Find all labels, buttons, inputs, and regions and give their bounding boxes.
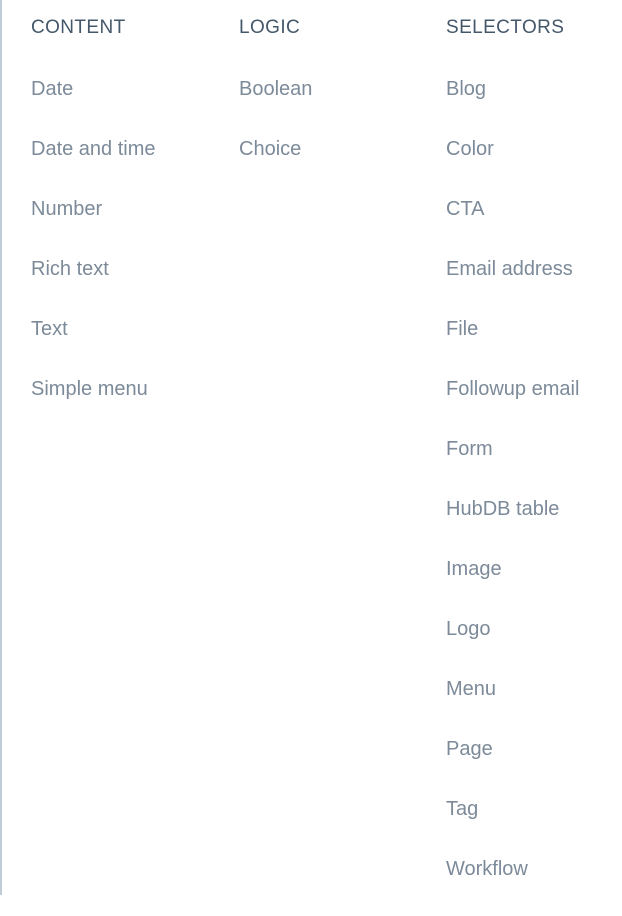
item-list-logic: Boolean Choice	[239, 76, 439, 196]
column-header-selectors: SELECTORS	[446, 17, 565, 38]
list-item[interactable]: Boolean	[239, 76, 439, 136]
list-item[interactable]: File	[446, 316, 622, 376]
item-list-content: Date Date and time Number Rich text Text…	[31, 76, 231, 436]
list-item[interactable]: Menu	[446, 676, 622, 736]
list-item[interactable]: Date	[31, 76, 231, 136]
list-item[interactable]: Text	[31, 316, 231, 376]
list-item[interactable]: Followup email	[446, 376, 622, 436]
list-item[interactable]: CTA	[446, 196, 622, 256]
list-item[interactable]: Color	[446, 136, 622, 196]
list-item[interactable]: Image	[446, 556, 622, 616]
field-type-columns: CONTENT Date Date and time Number Rich t…	[0, 0, 622, 895]
list-item[interactable]: Number	[31, 196, 231, 256]
list-item[interactable]: Blog	[446, 76, 622, 136]
list-item[interactable]: Page	[446, 736, 622, 796]
list-item[interactable]: Logo	[446, 616, 622, 676]
list-item[interactable]: Tag	[446, 796, 622, 856]
column-header-logic: LOGIC	[239, 17, 301, 38]
list-item[interactable]: Date and time	[31, 136, 231, 196]
list-item[interactable]: Rich text	[31, 256, 231, 316]
list-item[interactable]: HubDB table	[446, 496, 622, 556]
list-item[interactable]: Form	[446, 436, 622, 496]
list-item[interactable]: Simple menu	[31, 376, 231, 436]
column-header-content: CONTENT	[31, 17, 126, 38]
list-item[interactable]: Email address	[446, 256, 622, 316]
item-list-selectors: Blog Color CTA Email address File Follow…	[446, 76, 622, 916]
list-item[interactable]: Choice	[239, 136, 439, 196]
list-item[interactable]: Workflow	[446, 856, 622, 916]
